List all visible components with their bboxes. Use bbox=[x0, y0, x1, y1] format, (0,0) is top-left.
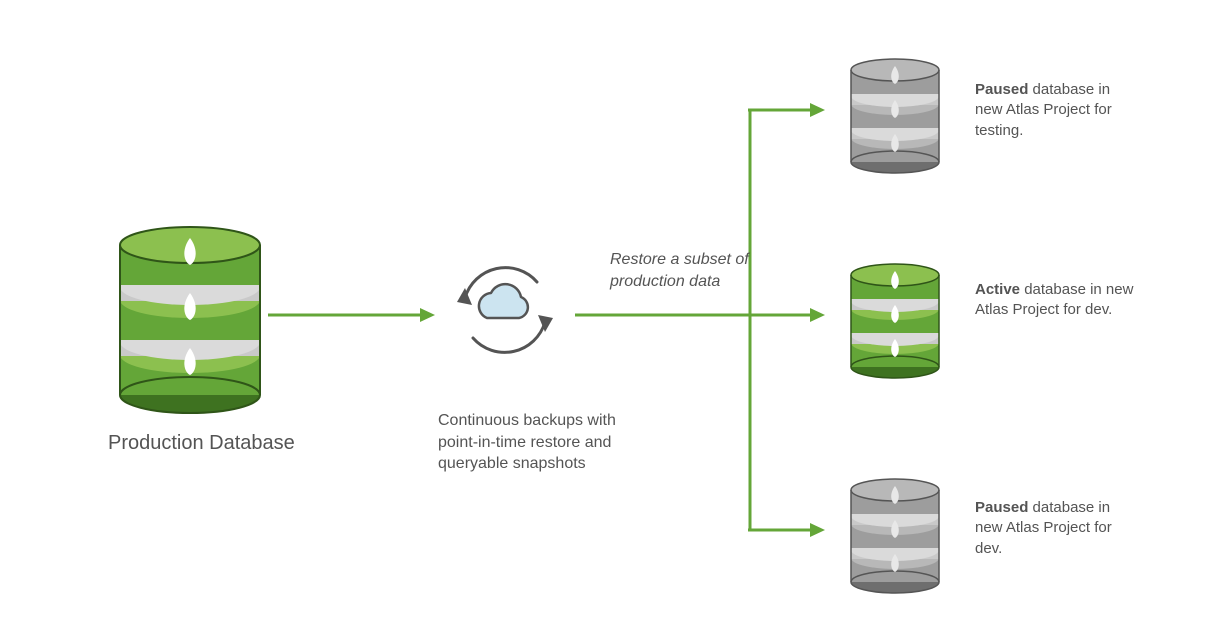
cloud-sync-icon-clean bbox=[445, 250, 565, 370]
arrow-prod-to-backup bbox=[268, 308, 435, 322]
backup-description: Continuous backups with point-in-time re… bbox=[438, 410, 648, 475]
target-2-label: Active database in new Atlas Project for… bbox=[975, 280, 1135, 321]
target-db-3-icon bbox=[851, 479, 939, 593]
target-3-label: Paused database in new Atlas Project for… bbox=[975, 498, 1135, 559]
production-db-label: Production Database bbox=[108, 430, 295, 457]
target-1-state: Paused bbox=[975, 81, 1028, 98]
target-db-1-icon bbox=[851, 59, 939, 173]
restore-caption: Restore a subset of production data bbox=[610, 249, 780, 292]
architecture-diagram: Production Database Continuous backups w… bbox=[0, 0, 1214, 630]
target-1-label: Paused database in new Atlas Project for… bbox=[975, 80, 1135, 141]
production-database-icon bbox=[120, 227, 260, 413]
target-db-2-icon bbox=[851, 264, 939, 378]
target-2-state: Active bbox=[975, 281, 1020, 298]
target-3-state: Paused bbox=[975, 499, 1028, 516]
